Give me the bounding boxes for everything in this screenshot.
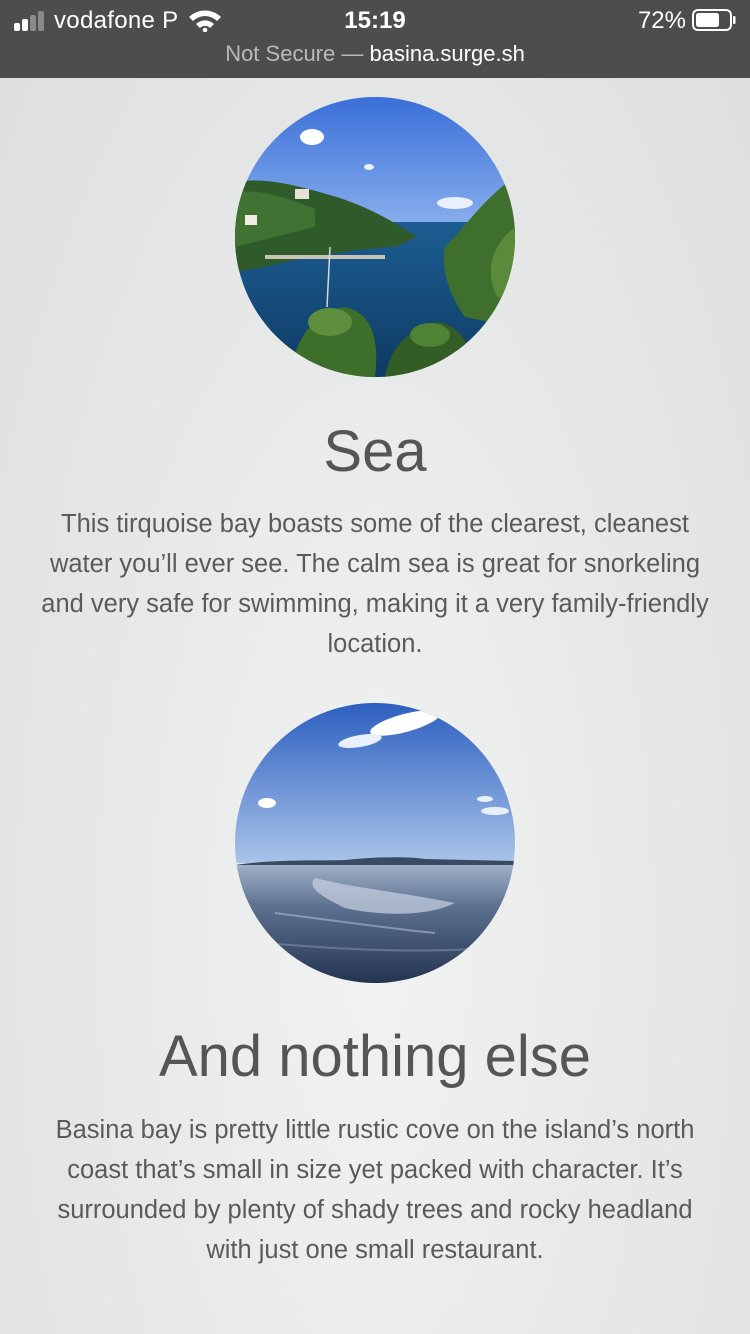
- not-secure-label: Not Secure —: [225, 41, 364, 66]
- site-host: basina.surge.sh: [369, 41, 525, 66]
- status-bar: vodafone P 15:19 72% Not Secure — basina…: [0, 0, 750, 78]
- bay-photo: [235, 97, 515, 377]
- battery-icon: [692, 9, 736, 31]
- section-description: This tirquoise bay boasts some of the cl…: [41, 510, 709, 658]
- section-title: Sea: [323, 419, 427, 484]
- open-sea-photo: [235, 703, 515, 983]
- battery-percent: 72%: [637, 7, 686, 34]
- section-title: And nothing else: [158, 1024, 592, 1089]
- address-bar[interactable]: Not Secure — basina.surge.sh: [0, 40, 750, 68]
- section-description: Basina bay is pretty little rustic cove …: [55, 1116, 695, 1264]
